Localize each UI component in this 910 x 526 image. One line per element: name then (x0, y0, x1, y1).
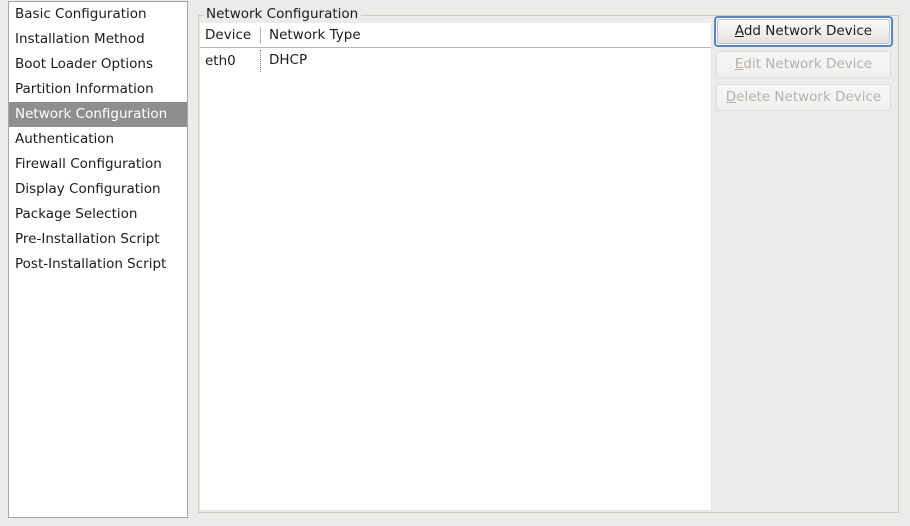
cell-network-type: DHCP (269, 52, 308, 68)
sidebar-item-label: Installation Method (15, 31, 145, 47)
delete-button-label-rest: elete Network Device (736, 89, 882, 105)
sidebar-nav-list[interactable]: Basic Configuration Installation Method … (8, 1, 188, 518)
sidebar-item-label: Authentication (15, 131, 115, 147)
sidebar-item-label: Network Configuration (15, 106, 168, 122)
sidebar-item-label: Basic Configuration (15, 6, 147, 22)
column-header-device[interactable]: Device (200, 26, 261, 44)
sidebar-item-post-installation-script[interactable]: Post-Installation Script (9, 252, 187, 277)
sidebar-item-display-configuration[interactable]: Display Configuration (9, 177, 187, 202)
table-header-row: Device Network Type (200, 23, 711, 48)
sidebar-item-label: Display Configuration (15, 181, 161, 197)
edit-network-device-button: Edit Network Device (716, 51, 891, 78)
sidebar-item-boot-loader-options[interactable]: Boot Loader Options (9, 52, 187, 77)
sidebar-item-authentication[interactable]: Authentication (9, 127, 187, 152)
sidebar-item-label: Firewall Configuration (15, 156, 162, 172)
delete-button-mnemonic: D (725, 89, 737, 105)
edit-button-label-rest: dit Network Device (743, 56, 873, 72)
add-button-label-rest: dd Network Device (743, 23, 873, 39)
cell-device: eth0 (200, 49, 261, 72)
sidebar-item-network-configuration[interactable]: Network Configuration (9, 102, 187, 127)
sidebar-item-label: Package Selection (15, 206, 138, 222)
column-header-network-type[interactable]: Network Type (261, 23, 361, 47)
sidebar-item-label: Partition Information (15, 81, 154, 97)
sidebar-item-firewall-configuration[interactable]: Firewall Configuration (9, 152, 187, 177)
sidebar-item-installation-method[interactable]: Installation Method (9, 27, 187, 52)
sidebar-item-label: Boot Loader Options (15, 56, 153, 72)
add-network-device-button-inner: Add Network Device (717, 19, 890, 44)
add-button-mnemonic: A (734, 23, 744, 39)
groupbox-title: Network Configuration (203, 6, 362, 23)
table-row[interactable]: eth0 DHCP (200, 48, 711, 73)
network-devices-table[interactable]: Device Network Type eth0 DHCP (200, 23, 712, 511)
sidebar-item-label: Post-Installation Script (15, 256, 167, 272)
sidebar-item-label: Pre-Installation Script (15, 231, 160, 247)
sidebar-item-partition-information[interactable]: Partition Information (9, 77, 187, 102)
sidebar-item-package-selection[interactable]: Package Selection (9, 202, 187, 227)
sidebar-item-pre-installation-script[interactable]: Pre-Installation Script (9, 227, 187, 252)
delete-network-device-button: Delete Network Device (716, 84, 891, 111)
network-configuration-groupbox: Network Configuration Device Network Typ… (198, 6, 899, 513)
add-network-device-button[interactable]: Add Network Device (714, 16, 893, 47)
device-actions-button-column: Add Network Device Edit Network Device D… (714, 16, 896, 117)
sidebar-item-basic-configuration[interactable]: Basic Configuration (9, 2, 187, 27)
